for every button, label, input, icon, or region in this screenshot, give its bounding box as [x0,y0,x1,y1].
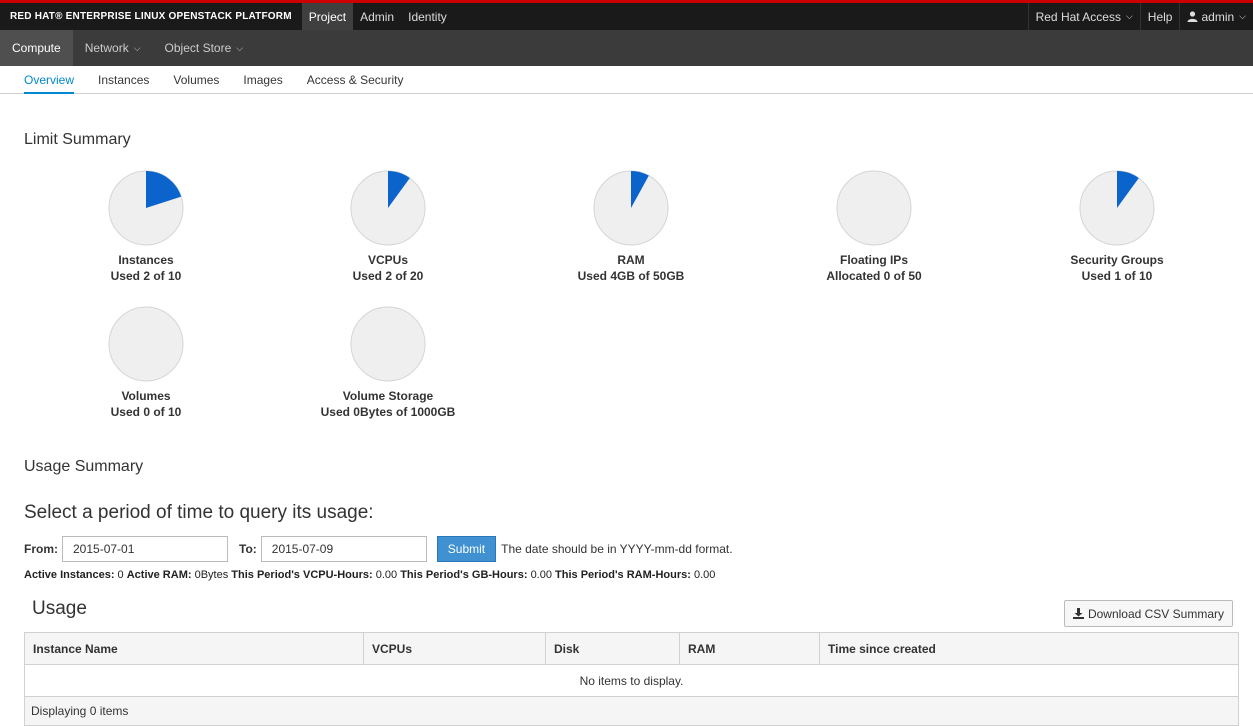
pie-vcpus: VCPUs Used 2 of 20 [293,170,483,284]
column-header[interactable]: Disk [546,633,680,664]
top-navbar: RED HAT® ENTERPRISE LINUX OPENSTACK PLAT… [0,0,1253,30]
pie-chart [108,306,184,382]
pie-security-groups: Security Groups Used 1 of 10 [1022,170,1212,284]
empty-table-message: No items to display. [25,665,1238,697]
pie-detail: Used 0 of 10 [110,405,182,419]
column-header[interactable]: Instance Name [25,633,364,664]
to-label: To: [239,542,257,556]
date-format-hint: The date should be in YYYY-mm-dd format. [501,542,733,556]
gb-hours-label: This Period's GB-Hours: [400,569,528,581]
active-instances-label: Active Instances: [24,569,115,581]
usage-heading: Usage [32,598,87,619]
pie-background [350,306,426,382]
user-menu[interactable]: admin ⌵ [1179,3,1253,30]
pie-label: Floating IPs [839,253,908,267]
pie-chart [108,170,184,246]
table-header: Instance Name VCPUs Disk RAM Time since … [25,633,1238,665]
chevron-down-icon: ⌵ [1125,11,1133,21]
chevron-down-icon: ⌵ [236,42,244,53]
top-nav-identity[interactable]: Identity [401,3,454,30]
pie-chart [350,170,426,246]
tab-bar: Overview Instances Volumes Images Access… [0,66,1253,94]
top-nav-project[interactable]: Project [301,3,354,30]
usage-totals: Active Instances: 0 Active RAM: 0Bytes T… [24,569,715,581]
vcpu-hours-label: This Period's VCPU-Hours: [231,569,373,581]
help-link[interactable]: Help [1139,3,1180,30]
pie-background [836,170,912,246]
chevron-down-icon: ⌵ [1239,11,1246,21]
pie-chart [836,170,912,246]
date-range-form: From: 2015-07-01 To: 2015-07-09 Submit T… [24,536,824,562]
tab-volumes[interactable]: Volumes [161,66,231,93]
user-icon [1187,11,1198,22]
pie-floating-ips: Floating IPs Allocated 0 of 50 [779,170,969,284]
tab-access-security[interactable]: Access & Security [295,66,416,93]
pie-background [108,306,184,382]
pie-label: Instances [118,253,174,267]
download-csv-button[interactable]: Download CSV Summary [1063,600,1233,627]
pie-chart [593,170,669,246]
active-ram-value: 0Bytes [194,569,229,581]
top-nav-admin[interactable]: Admin [353,3,401,30]
pie-detail: Used 2 of 20 [352,269,424,283]
column-header[interactable]: VCPUs [364,633,546,664]
ram-hours-value: 0.00 [693,569,716,581]
pie-chart [1079,170,1155,246]
pie-detail: Used 2 of 10 [110,269,182,283]
nav-network-label: Network [84,41,129,55]
download-icon [1072,608,1084,619]
top-right-menu: Red Hat Access ⌵ Help admin ⌵ [1027,3,1253,30]
pie-label: Volume Storage [342,389,434,403]
nav-object-store[interactable]: Object Store ⌵ [153,30,256,66]
pie-detail: Used 1 of 10 [1081,269,1153,283]
gb-hours-value: 0.00 [530,569,552,581]
table-footer: Displaying 0 items [25,697,1238,725]
user-name: admin [1201,9,1235,24]
top-nav: Project Admin Identity [301,3,454,30]
period-heading: Select a period of time to query its usa… [24,502,374,523]
from-label: From: [24,542,58,556]
nav-object-store-label: Object Store [164,41,232,55]
pie-detail: Used 0Bytes of 1000GB [320,405,456,419]
pie-chart [350,306,426,382]
tab-instances[interactable]: Instances [86,66,161,93]
pie-label: RAM [617,253,645,267]
chevron-down-icon: ⌵ [133,42,141,53]
download-csv-label: Download CSV Summary [1087,606,1224,621]
from-date-input[interactable]: 2015-07-01 [62,536,228,562]
active-instances-value: 0 [117,569,124,581]
pie-label: Volumes [121,389,171,403]
red-hat-access-menu[interactable]: Red Hat Access ⌵ [1027,3,1140,30]
nav-network[interactable]: Network ⌵ [73,30,153,66]
pie-detail: Used 4GB of 50GB [577,269,685,283]
ram-hours-label: This Period's RAM-Hours: [555,569,691,581]
red-hat-access-label: Red Hat Access [1035,9,1121,24]
column-header[interactable]: RAM [680,633,820,664]
pie-volumes: Volumes Used 0 of 10 [51,306,241,420]
pie-instances: Instances Used 2 of 10 [51,170,241,284]
to-date-input[interactable]: 2015-07-09 [260,536,427,562]
usage-table: Instance Name VCPUs Disk RAM Time since … [24,632,1239,726]
pie-detail: Allocated 0 of 50 [826,269,922,283]
brand-logo[interactable]: RED HAT® ENTERPRISE LINUX OPENSTACK PLAT… [0,3,302,30]
tab-images[interactable]: Images [231,66,294,93]
pie-volume-storage: Volume Storage Used 0Bytes of 1000GB [293,306,483,420]
vcpu-hours-value: 0.00 [375,569,398,581]
usage-summary-heading: Usage Summary [24,458,144,475]
limit-summary-heading: Limit Summary [24,131,131,148]
pie-label: VCPUs [367,253,408,267]
secondary-nav: Compute Network ⌵ Object Store ⌵ [0,30,1253,66]
pie-ram: RAM Used 4GB of 50GB [536,170,726,284]
pie-label: Security Groups [1070,253,1164,267]
submit-button[interactable]: Submit [436,536,497,562]
column-header[interactable]: Time since created [820,633,1238,664]
tab-overview[interactable]: Overview [12,66,86,94]
active-ram-label: Active RAM: [126,569,192,581]
nav-compute[interactable]: Compute [0,30,73,66]
